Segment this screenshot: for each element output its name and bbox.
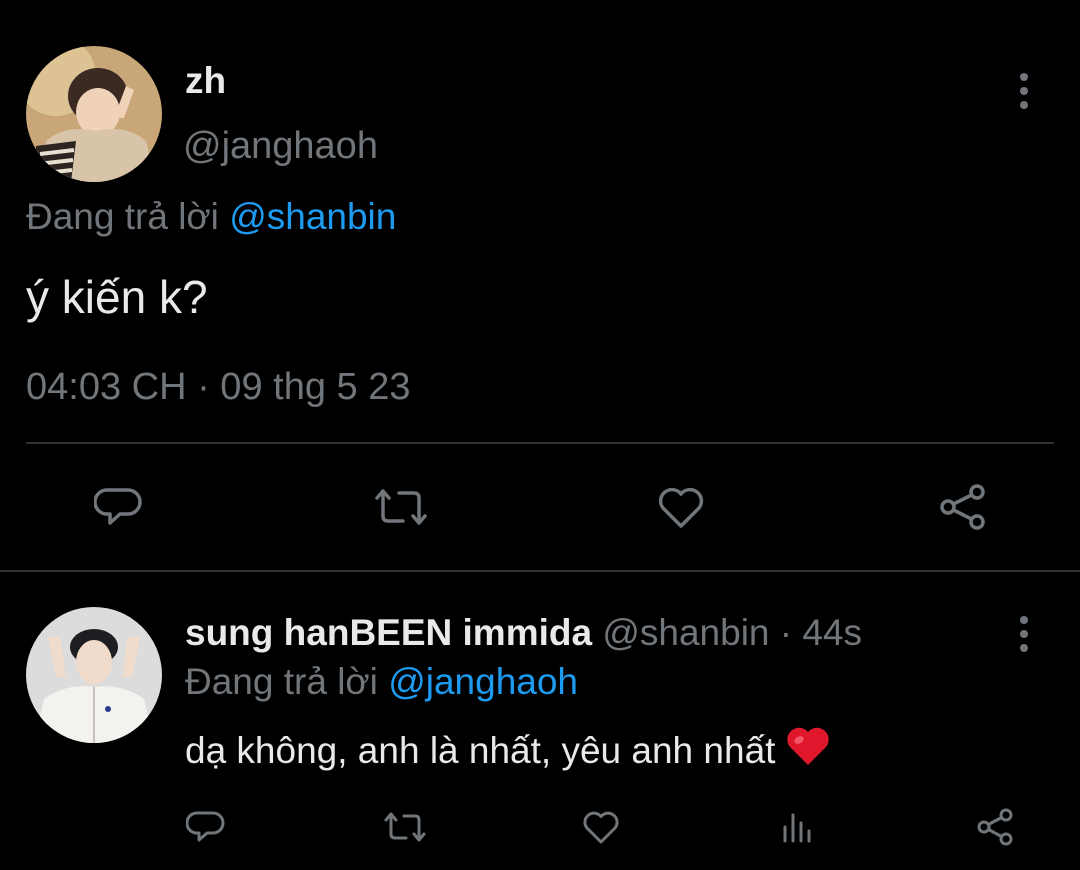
avatar[interactable]	[26, 607, 162, 743]
tweet-text: ý kiến k?	[26, 271, 208, 323]
user-handle[interactable]: @janghaoh	[183, 125, 378, 168]
tweet-timestamp[interactable]: 04:03 CH · 09 thg 5 23	[26, 366, 410, 409]
main-tweet: zh @janghaoh Đang trả lời @shanbin ý kiế…	[0, 0, 1080, 570]
tweet-text: dạ không, anh là nhất, yêu anh nhất	[185, 729, 776, 771]
red-heart-emoji	[785, 725, 831, 776]
like-icon[interactable]	[654, 484, 708, 530]
share-icon[interactable]	[974, 806, 1016, 848]
replying-to-label: Đang trả lời	[26, 196, 219, 237]
views-icon[interactable]	[778, 808, 816, 846]
like-icon[interactable]	[580, 808, 622, 846]
mention-link[interactable]: @janghaoh	[388, 661, 578, 702]
separator: ·	[779, 612, 793, 653]
reply-header: sung hanBEEN immida @shanbin · 44s	[185, 612, 862, 654]
more-options-icon[interactable]	[1009, 609, 1039, 659]
tweet-divider	[0, 570, 1080, 572]
avatar-photo	[26, 46, 162, 182]
avatar[interactable]	[26, 46, 162, 182]
tweet-text-container: dạ không, anh là nhất, yêu anh nhất	[185, 725, 831, 776]
replying-to: Đang trả lời @janghaoh	[185, 661, 578, 703]
replying-to: Đang trả lời @shanbin	[26, 196, 396, 238]
more-options-icon[interactable]	[1009, 66, 1039, 116]
reply-icon[interactable]	[186, 808, 226, 846]
mention-link[interactable]: @shanbin	[229, 196, 396, 237]
display-name[interactable]: sung hanBEEN immida	[185, 612, 592, 653]
avatar-photo	[26, 607, 162, 743]
reply-icon[interactable]	[92, 484, 146, 530]
retweet-icon[interactable]	[382, 808, 428, 846]
divider	[26, 442, 1054, 444]
display-name[interactable]: zh	[185, 60, 226, 102]
retweet-icon[interactable]	[370, 484, 432, 530]
share-icon[interactable]	[936, 480, 990, 534]
user-handle[interactable]: @shanbin	[602, 612, 769, 653]
tweet-time[interactable]: 44s	[802, 612, 862, 653]
replying-to-label: Đang trả lời	[185, 661, 378, 702]
